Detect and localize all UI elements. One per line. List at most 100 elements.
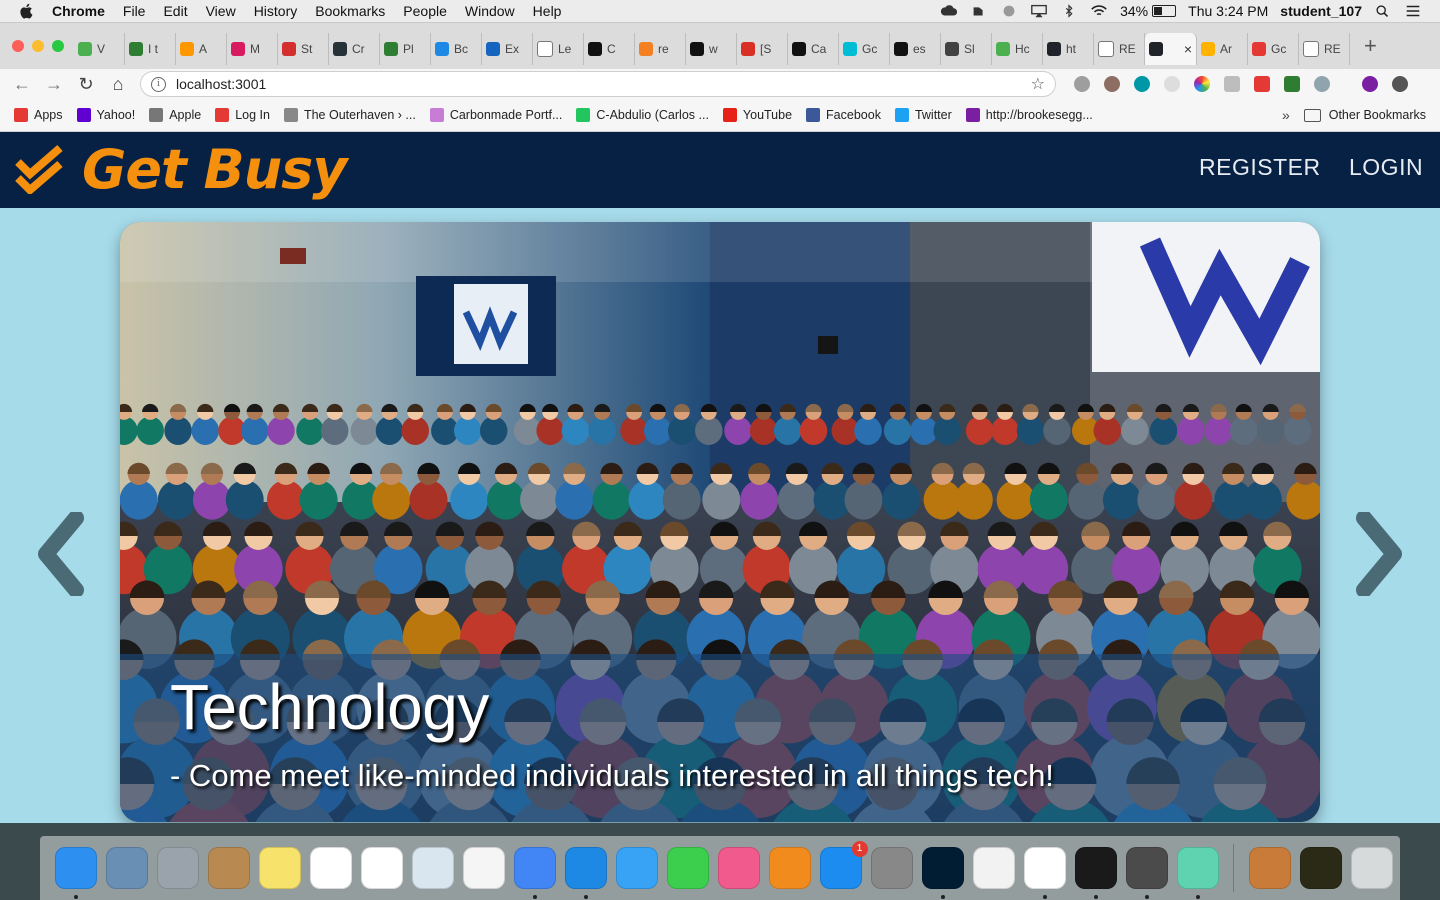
profile-avatar[interactable] bbox=[1362, 76, 1378, 92]
safari-icon[interactable] bbox=[564, 847, 607, 899]
minimize-window-button[interactable] bbox=[32, 40, 44, 52]
apple-menu-icon[interactable] bbox=[18, 2, 36, 20]
brand-logo-text[interactable]: Get Busy bbox=[82, 138, 348, 201]
tab[interactable]: Ca bbox=[788, 33, 839, 65]
tab[interactable]: re bbox=[635, 33, 686, 65]
bluetooth-icon[interactable] bbox=[1060, 4, 1078, 18]
carousel-prev-arrow-icon[interactable] bbox=[32, 512, 88, 596]
wifi-icon[interactable] bbox=[1090, 4, 1108, 18]
extension-cors-icon[interactable] bbox=[1284, 76, 1300, 92]
site-info-icon[interactable]: i bbox=[151, 76, 166, 92]
menu-edit[interactable]: Edit bbox=[163, 3, 187, 19]
close-tab-icon[interactable]: × bbox=[1184, 41, 1192, 57]
address-bar[interactable]: i localhost:3001 ☆ bbox=[140, 71, 1056, 97]
tab[interactable]: es bbox=[890, 33, 941, 65]
double-check-logo-icon[interactable] bbox=[14, 144, 66, 194]
register-link[interactable]: REGISTER bbox=[1199, 154, 1321, 181]
tab[interactable]: Hc bbox=[992, 33, 1043, 65]
tab[interactable]: w bbox=[686, 33, 737, 65]
home-button[interactable]: ⌂ bbox=[102, 74, 134, 95]
tab[interactable]: ht bbox=[1043, 33, 1094, 65]
extension-colorpicker-icon[interactable] bbox=[1194, 76, 1210, 92]
bookmark-item[interactable]: C-Abdulio (Carlos ... bbox=[576, 108, 709, 122]
extension-font-icon[interactable] bbox=[1224, 76, 1240, 92]
preview-icon[interactable] bbox=[411, 847, 454, 889]
itunes-icon[interactable] bbox=[717, 847, 760, 889]
tab[interactable]: I t bbox=[125, 33, 176, 65]
extension-blank-icon[interactable] bbox=[1164, 76, 1180, 92]
back-button[interactable]: ← bbox=[6, 74, 38, 95]
tab[interactable]: Ar bbox=[1197, 33, 1248, 65]
menu-file[interactable]: File bbox=[123, 3, 146, 19]
bookmark-item[interactable]: Apple bbox=[149, 108, 201, 122]
tab[interactable]: Sl bbox=[941, 33, 992, 65]
tab[interactable]: Ex bbox=[482, 33, 533, 65]
menu-bookmarks[interactable]: Bookmarks bbox=[315, 3, 385, 19]
terminal-icon[interactable] bbox=[1074, 847, 1117, 899]
ibooks-icon[interactable] bbox=[768, 847, 811, 889]
bookmark-item[interactable]: Facebook bbox=[806, 108, 881, 122]
evernote-icon[interactable] bbox=[970, 4, 988, 18]
sublime-icon[interactable] bbox=[1125, 847, 1168, 899]
tab[interactable]: A bbox=[176, 33, 227, 65]
sync-icon[interactable] bbox=[1000, 4, 1018, 18]
tab[interactable]: Pl bbox=[380, 33, 431, 65]
extension-wordpress-icon[interactable] bbox=[1074, 76, 1090, 92]
bookmark-star-icon[interactable]: ☆ bbox=[1031, 74, 1045, 94]
airplay-icon[interactable] bbox=[1030, 4, 1048, 18]
trash-icon[interactable] bbox=[1350, 847, 1393, 889]
url-text[interactable]: localhost:3001 bbox=[176, 76, 266, 92]
slack-icon[interactable] bbox=[1023, 847, 1066, 899]
menu-people[interactable]: People bbox=[403, 3, 447, 19]
tab-active[interactable]: × bbox=[1145, 33, 1197, 65]
facetime-icon[interactable] bbox=[666, 847, 709, 889]
tab[interactable]: Gc bbox=[839, 33, 890, 65]
close-window-button[interactable] bbox=[12, 40, 24, 52]
bookmark-item[interactable]: YouTube bbox=[722, 108, 792, 122]
tab[interactable]: St bbox=[278, 33, 329, 65]
menu-view[interactable]: View bbox=[206, 3, 236, 19]
more-bookmarks-button[interactable]: » bbox=[1282, 107, 1290, 123]
battery-status[interactable]: 34% bbox=[1120, 3, 1177, 19]
launchpad-icon[interactable] bbox=[156, 847, 199, 889]
messages-icon[interactable] bbox=[615, 847, 658, 889]
login-link[interactable]: LOGIN bbox=[1349, 154, 1423, 181]
atom-icon[interactable] bbox=[1176, 847, 1219, 899]
contacts-icon[interactable] bbox=[207, 847, 250, 889]
chrome-menu-icon[interactable] bbox=[1392, 76, 1408, 92]
bookmark-item[interactable]: Apps bbox=[14, 108, 63, 122]
appstore-icon[interactable]: 1 bbox=[819, 841, 868, 889]
reload-button[interactable]: ↻ bbox=[70, 74, 102, 95]
bookmark-item[interactable]: The Outerhaven › ... bbox=[283, 108, 416, 122]
pages-icon[interactable] bbox=[1248, 847, 1291, 889]
other-bookmarks-folder[interactable]: Other Bookmarks bbox=[1303, 108, 1426, 122]
extension-eye-icon[interactable] bbox=[1134, 76, 1150, 92]
zoom-window-button[interactable] bbox=[52, 40, 64, 52]
extension-grid-icon[interactable] bbox=[1254, 76, 1270, 92]
tab[interactable]: [S bbox=[737, 33, 788, 65]
bridge-icon[interactable] bbox=[1299, 847, 1342, 889]
bookmark-item[interactable]: Twitter bbox=[894, 108, 952, 122]
tab[interactable]: Gc bbox=[1248, 33, 1299, 65]
tab[interactable]: Le bbox=[533, 33, 584, 65]
system-prefs-icon[interactable] bbox=[870, 847, 913, 889]
textedit-icon[interactable] bbox=[972, 847, 1015, 889]
tab[interactable]: M bbox=[227, 33, 278, 65]
tab[interactable]: RE bbox=[1094, 33, 1145, 65]
menu-window[interactable]: Window bbox=[465, 3, 515, 19]
tab[interactable]: C bbox=[584, 33, 635, 65]
bookmark-item[interactable]: Carbonmade Portf... bbox=[429, 108, 562, 122]
new-tab-button[interactable]: + bbox=[1364, 33, 1377, 59]
menu-app-name[interactable]: Chrome bbox=[52, 3, 105, 19]
extension-coffee-icon[interactable] bbox=[1104, 76, 1120, 92]
finder-icon[interactable] bbox=[54, 847, 97, 899]
spotlight-search-icon[interactable] bbox=[1374, 4, 1392, 18]
photoshop-icon[interactable] bbox=[921, 847, 964, 899]
tab[interactable]: V bbox=[74, 33, 125, 65]
notes-icon[interactable] bbox=[258, 847, 301, 889]
carousel-next-arrow-icon[interactable] bbox=[1352, 512, 1408, 596]
creative-cloud-icon[interactable] bbox=[940, 4, 958, 18]
bookmark-item[interactable]: Yahoo! bbox=[76, 108, 135, 122]
clock[interactable]: Thu 3:24 PM bbox=[1188, 3, 1268, 19]
tab[interactable]: Cr bbox=[329, 33, 380, 65]
